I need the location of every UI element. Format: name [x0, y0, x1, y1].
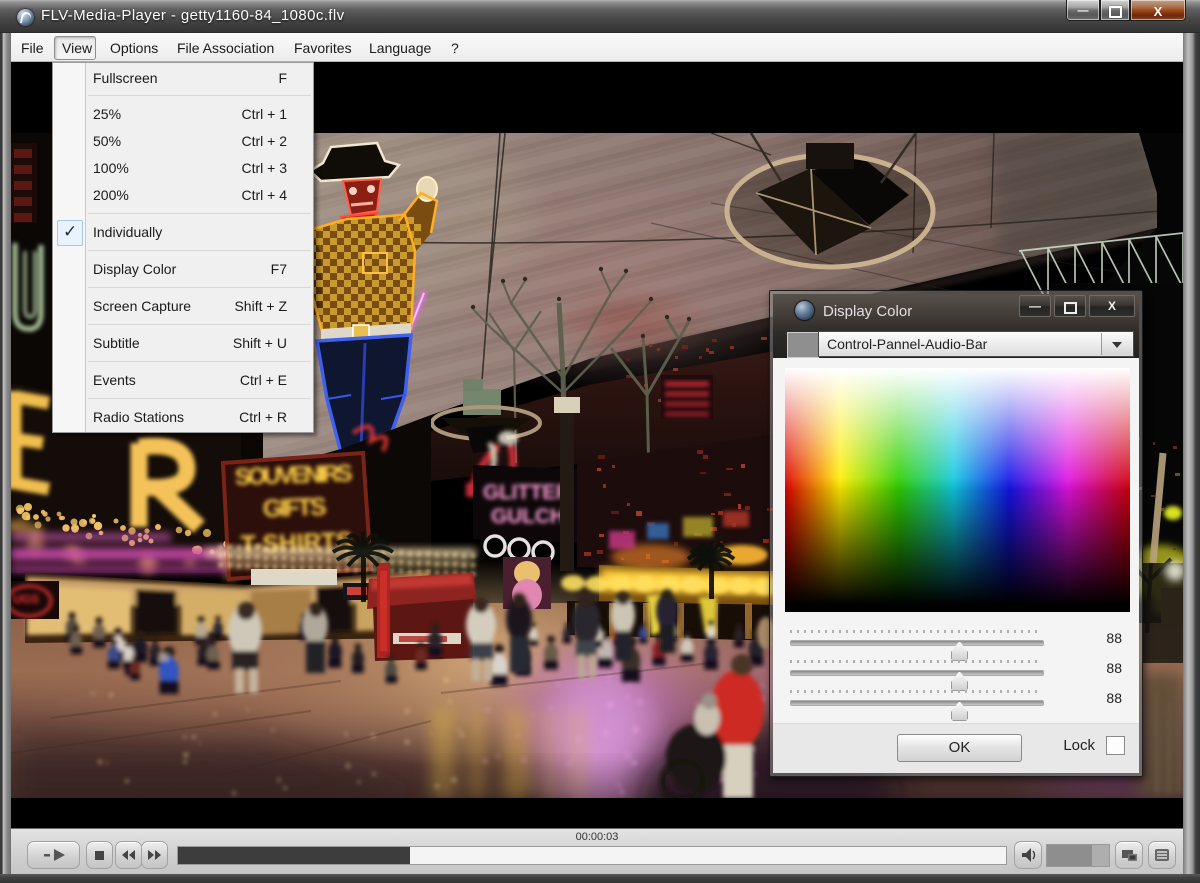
svg-text:GLITTER: GLITTER: [483, 481, 571, 504]
svg-text:SOUVENIRS: SOUVENIRS: [234, 460, 353, 491]
svg-text:20: 20: [158, 653, 170, 664]
svg-text:GIFTS: GIFTS: [262, 493, 327, 523]
svg-text:UGS: UGS: [13, 592, 39, 606]
svg-text:GULCH: GULCH: [491, 505, 565, 528]
